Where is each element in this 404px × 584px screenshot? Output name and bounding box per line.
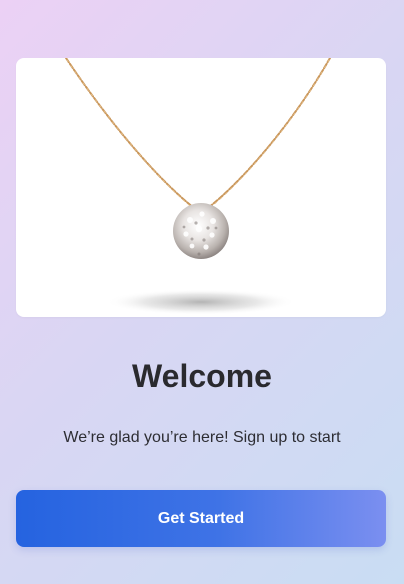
pendant-shadow [106,289,296,315]
welcome-title: Welcome [132,358,272,394]
necklace-image [65,58,331,315]
get-started-button[interactable]: Get Started [16,490,386,547]
necklace-chain [65,58,331,211]
pendant-ball [173,203,229,259]
welcome-subtitle: We’re glad you’re here! Sign up to start [63,429,341,446]
hero-image-card [16,58,386,317]
